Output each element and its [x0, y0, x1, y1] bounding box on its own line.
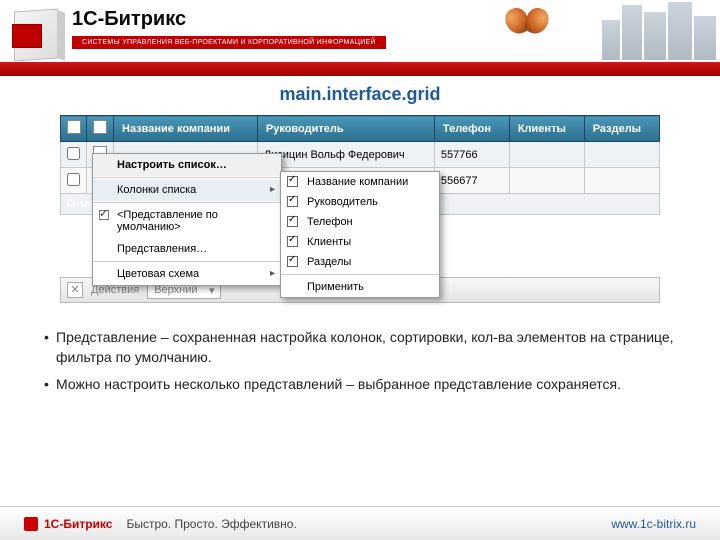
cell-phone: 557766 — [434, 142, 509, 168]
checkbox-icon[interactable] — [287, 236, 298, 247]
menu-separator — [93, 177, 281, 178]
menu-configure-list[interactable]: Настроить список… — [93, 154, 281, 176]
row-check[interactable] — [61, 168, 87, 194]
row-checkbox[interactable] — [67, 147, 80, 160]
menu-separator — [93, 261, 281, 262]
submenu-item-leader[interactable]: Руководитель — [281, 192, 439, 212]
col-company[interactable]: Название компании — [114, 116, 258, 142]
grid-container: Название компании Руководитель Телефон К… — [60, 115, 660, 215]
bullet-item: Можно настроить несколько представлений … — [44, 374, 676, 394]
check-icon — [99, 210, 109, 220]
footer-slogan: Быстро. Просто. Эффективно. — [126, 517, 296, 531]
cell-sections — [584, 142, 659, 168]
submenu-label: Телефон — [307, 216, 353, 228]
grid-settings-header[interactable] — [61, 116, 87, 142]
gear-icon[interactable] — [67, 120, 81, 134]
checkbox-icon[interactable] — [287, 176, 298, 187]
cell-clients — [509, 142, 584, 168]
row-checkbox[interactable] — [67, 173, 80, 186]
header-red-strip — [0, 62, 720, 76]
col-clients[interactable]: Клиенты — [509, 116, 584, 142]
header: 1С-Битрикс СИСТЕМЫ УПРАВЛЕНИЯ ВЕБ-ПРОЕКТ… — [0, 0, 720, 78]
menu-views[interactable]: Представления… — [93, 238, 281, 260]
submenu-label: Разделы — [307, 256, 351, 268]
page-title: main.interface.grid — [279, 84, 440, 104]
product-box-image — [8, 4, 66, 66]
cell-leader: Лисицин Вольф Федерович — [257, 142, 434, 168]
submenu-item-phone[interactable]: Телефон — [281, 212, 439, 232]
columns-submenu: Название компании Руководитель Телефон К… — [280, 171, 440, 298]
checkbox-icon[interactable] — [287, 216, 298, 227]
submenu-label: Название компании — [307, 176, 408, 188]
col-leader[interactable]: Руководитель — [257, 116, 434, 142]
brand-name: 1С-Битрикс — [72, 8, 186, 31]
cell-phone: 556677 — [434, 168, 509, 194]
submenu-item-sections[interactable]: Разделы — [281, 252, 439, 272]
footer-url[interactable]: www.1c-bitrix.ru — [611, 517, 696, 531]
menu-icon[interactable] — [93, 120, 107, 134]
butterfly-image — [500, 2, 560, 52]
cell-clients — [509, 168, 584, 194]
menu-list-columns[interactable]: Колонки списка — [93, 179, 281, 201]
menu-separator — [281, 274, 439, 275]
grid-header-row: Название компании Руководитель Телефон К… — [61, 116, 660, 142]
description-list: Представление – сохраненная настройка ко… — [44, 327, 676, 394]
bullet-item: Представление – сохраненная настройка ко… — [44, 327, 676, 368]
submenu-label: Клиенты — [307, 236, 351, 248]
page-title-area: main.interface.grid — [0, 78, 720, 115]
submenu-item-clients[interactable]: Клиенты — [281, 232, 439, 252]
col-phone[interactable]: Телефон — [434, 116, 509, 142]
col-sections[interactable]: Разделы — [584, 116, 659, 142]
footer-brand: 1С-Битрикс — [44, 517, 112, 531]
menu-separator — [93, 202, 281, 203]
brand-block: 1С-Битрикс — [72, 8, 186, 31]
city-image — [570, 0, 720, 60]
submenu-label: Руководитель — [307, 196, 378, 208]
checkbox-icon[interactable] — [287, 256, 298, 267]
context-menu: Настроить список… Колонки списка <Предст… — [92, 153, 282, 286]
brand-tagline: СИСТЕМЫ УПРАВЛЕНИЯ ВЕБ-ПРОЕКТАМИ И КОРПО… — [72, 36, 386, 49]
submenu-apply[interactable]: Применить — [281, 277, 439, 297]
menu-default-view-label: <Представление по умолчанию> — [117, 209, 218, 233]
footer-logo-icon — [24, 517, 38, 531]
grid-menu-header[interactable] — [87, 116, 114, 142]
row-check[interactable] — [61, 142, 87, 168]
cell-sections — [584, 168, 659, 194]
close-button[interactable]: ✕ — [67, 282, 83, 298]
footer: 1С-Битрикс Быстро. Просто. Эффективно. w… — [0, 506, 720, 540]
submenu-item-company[interactable]: Название компании — [281, 172, 439, 192]
menu-default-view[interactable]: <Представление по умолчанию> — [93, 204, 281, 238]
menu-color-scheme[interactable]: Цветовая схема — [93, 263, 281, 285]
checkbox-icon[interactable] — [287, 196, 298, 207]
